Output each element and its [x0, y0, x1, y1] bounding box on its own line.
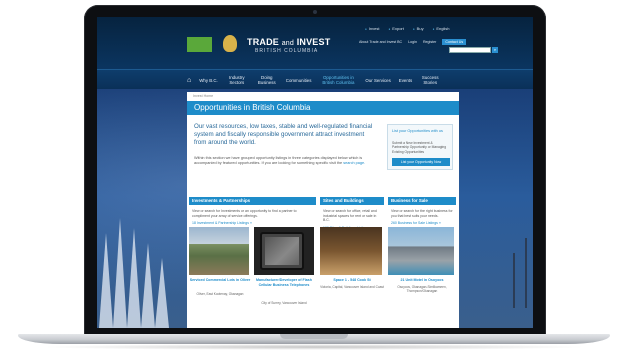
laptop-notch	[280, 334, 348, 339]
feature-location: Victoria, Capital, Vancouver Island and …	[320, 285, 384, 289]
feature-caption[interactable]: 21 Unit Motel in Osoyoos	[388, 278, 456, 283]
feature-image[interactable]	[189, 227, 249, 275]
camera-dot	[313, 10, 317, 14]
page-title: Opportunities in British Columbia	[194, 103, 311, 112]
intro-paragraph: Within this section we have grouped oppo…	[194, 156, 374, 166]
search-page-link[interactable]: search page.	[343, 161, 365, 165]
brand-title[interactable]: TRADE and INVEST	[247, 37, 330, 47]
feature-caption[interactable]: Space 1 - 548 Cook St	[320, 278, 384, 283]
intro-text: Within this section we have grouped oppo…	[194, 156, 363, 165]
laptop-base	[18, 334, 610, 344]
feature-location: City of Surrey, Vancouver Island	[261, 301, 307, 305]
bc-crest-icon	[223, 35, 237, 52]
feature-location: Oliver, East Kootenay, Okanagan	[196, 292, 244, 296]
breadcrumb[interactable]: Invest Home	[193, 94, 213, 98]
list-opportunity-box: List your Opportunities with us Submit a…	[387, 124, 453, 170]
nav-why-bc[interactable]: Why B.C.	[199, 78, 218, 83]
card-heading[interactable]: Business for Sale	[388, 197, 456, 205]
nav-success-stories[interactable]: Success Stories	[420, 75, 440, 85]
home-icon[interactable]: ⌂	[187, 77, 191, 84]
top-links: Invest Export Buy English	[365, 26, 450, 31]
brand-word-trade: TRADE	[247, 37, 279, 47]
screen: TRADE and INVEST BRITISH COLUMBIA Invest…	[97, 17, 533, 328]
search-icon[interactable]: ⌕	[492, 47, 498, 53]
sail-shape	[155, 258, 169, 328]
login-link[interactable]: Login	[408, 40, 417, 44]
feature-caption[interactable]: Manufacturer/Developer of Flash Cellular…	[252, 278, 316, 287]
sail-shape	[127, 228, 141, 328]
sidebox-description: Submit a New Investment & Partnership Op…	[392, 141, 447, 154]
about-link[interactable]: About Trade and Invest BC	[359, 40, 402, 44]
brand-word-invest: INVEST	[296, 37, 331, 47]
feature-caption[interactable]: Serviced Commercial Lots in Oliver	[189, 278, 251, 283]
top-link-invest[interactable]: Invest	[365, 26, 380, 31]
card-heading[interactable]: Sites and Buildings	[320, 197, 384, 205]
card-description: View or search for the right business fo…	[391, 209, 453, 218]
nav-doing-business[interactable]: Doing Business	[256, 75, 278, 85]
card-description: View or search for Investments or an opp…	[192, 209, 297, 218]
feature-image[interactable]	[388, 227, 454, 275]
card-sites-buildings: Sites and Buildings View or search for o…	[320, 197, 384, 328]
nav-our-services[interactable]: Our Services	[365, 78, 390, 83]
search-input[interactable]	[449, 47, 491, 53]
site-header: TRADE and INVEST BRITISH COLUMBIA Invest…	[97, 17, 533, 69]
laptop-shadow	[40, 344, 588, 350]
crane-shape	[525, 238, 527, 308]
title-bar: Opportunities in British Columbia	[187, 101, 459, 115]
nav-opportunities[interactable]: Opportunities in British Columbia	[319, 75, 357, 85]
language-select[interactable]: English	[433, 26, 449, 31]
top-link-buy[interactable]: Buy	[413, 26, 424, 31]
brand-word-and: and	[281, 40, 294, 47]
content-panel: Invest Home Opportunities in British Col…	[187, 92, 459, 328]
sail-shape	[141, 243, 155, 328]
brand-subtitle: BRITISH COLUMBIA	[255, 48, 319, 54]
feature-image[interactable]	[254, 227, 314, 275]
card-investments: Investments & Partnerships View or searc…	[189, 197, 316, 328]
sail-shape	[113, 218, 127, 328]
nav-events[interactable]: Events	[399, 78, 412, 83]
feature-image[interactable]	[320, 227, 382, 275]
card-listings-link[interactable]: 260 Business for Sale Listings »	[388, 218, 456, 225]
card-listings-link[interactable]: 18 Investment & Partnership Listings »	[189, 218, 316, 225]
feature-location: Osoyoos, Okanagan-Similkameen, Thompson/…	[397, 285, 447, 293]
lead-paragraph: Our vast resources, low taxes, stable an…	[194, 123, 373, 146]
list-opportunity-button[interactable]: List your Opportunity Now	[392, 158, 450, 166]
main-nav: ⌂ Why B.C. Industry Sectors Doing Busine…	[97, 69, 533, 89]
card-description: View or search for office, retail and in…	[323, 209, 377, 222]
crane-shape	[513, 253, 515, 308]
utility-links: About Trade and Invest BC Login Register…	[359, 39, 467, 45]
sail-shape	[99, 233, 113, 328]
register-link[interactable]: Register	[423, 40, 436, 44]
site-logo[interactable]	[187, 37, 212, 52]
nav-communities[interactable]: Communities	[286, 78, 312, 83]
top-link-export[interactable]: Export	[388, 26, 404, 31]
nav-industry-sectors[interactable]: Industry Sectors	[226, 75, 248, 85]
card-heading[interactable]: Investments & Partnerships	[189, 197, 316, 205]
card-business-for-sale: Business for Sale View or search for the…	[388, 197, 456, 328]
contact-us-button[interactable]: Contact Us	[442, 39, 467, 45]
sidebox-title: List your Opportunities with us	[392, 129, 443, 133]
